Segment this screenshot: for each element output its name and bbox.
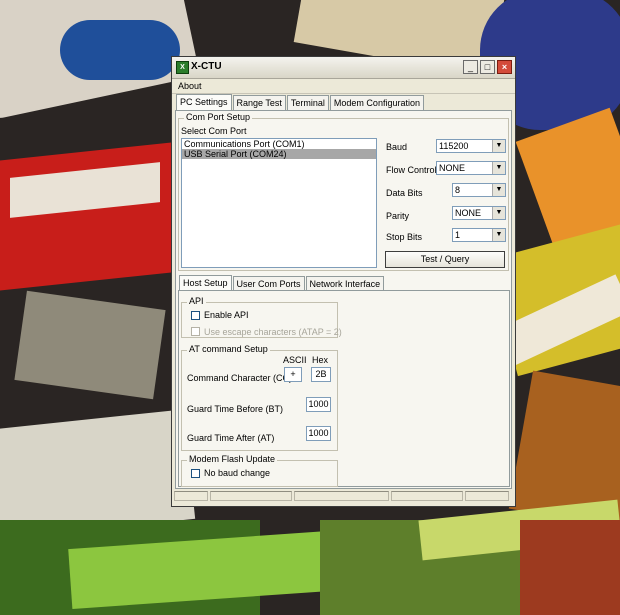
enable-api-label: Enable API [204, 310, 249, 320]
guard-time-after-label: Guard Time After (AT) [187, 433, 275, 443]
cc-ascii-input[interactable]: + [284, 367, 302, 382]
select-com-port-label: Select Com Port [181, 126, 247, 136]
escape-characters-checkbox[interactable] [191, 327, 200, 336]
no-baud-change-checkbox[interactable] [191, 469, 200, 478]
baud-select[interactable]: 115200 ▼ [436, 139, 506, 153]
status-cell [210, 491, 292, 501]
baud-label: Baud [386, 142, 408, 152]
parity-value: NONE [455, 208, 482, 218]
com-port-setup-label: Com Port Setup [184, 112, 253, 122]
xctu-app-icon: X [176, 61, 189, 74]
data-bits-label: Data Bits [386, 188, 423, 198]
title-bar[interactable]: X X-CTU _ □ × [172, 57, 515, 79]
status-cell [174, 491, 208, 501]
escape-characters-label: Use escape characters (ATAP = 2) [204, 327, 342, 337]
parity-select[interactable]: NONE ▼ [452, 206, 506, 220]
flow-control-select[interactable]: NONE ▼ [436, 161, 506, 175]
tab-host-setup[interactable]: Host Setup [179, 275, 232, 291]
minimize-button[interactable]: _ [463, 60, 478, 74]
menu-about[interactable]: About [178, 81, 202, 91]
menu-bar: About [172, 79, 515, 94]
tab-terminal[interactable]: Terminal [286, 95, 329, 111]
flow-control-value: NONE [439, 163, 466, 173]
api-group-label: API [187, 296, 206, 306]
data-bits-value: 8 [455, 185, 461, 195]
maximize-button[interactable]: □ [480, 60, 495, 74]
status-cell [465, 491, 509, 501]
list-item-com24[interactable]: USB Serial Port (COM24) [182, 149, 376, 159]
data-bits-select[interactable]: 8 ▼ [452, 183, 506, 197]
minimize-icon: _ [467, 62, 473, 72]
modem-flash-update-label: Modem Flash Update [187, 454, 278, 464]
xctu-window: X X-CTU _ □ × About PC Settings Range Te… [171, 56, 516, 507]
cc-hex-input[interactable]: 2B [311, 367, 331, 382]
close-icon: × [501, 62, 508, 72]
tab-range-test[interactable]: Range Test [232, 95, 286, 111]
stop-bits-value: 1 [455, 230, 461, 240]
list-item-com1[interactable]: Communications Port (COM1) [182, 139, 376, 149]
chevron-down-icon[interactable]: ▼ [492, 229, 505, 241]
chevron-down-icon[interactable]: ▼ [492, 207, 505, 219]
window-title: X-CTU [191, 61, 222, 72]
enable-api-checkbox[interactable] [191, 311, 200, 320]
chevron-down-icon[interactable]: ▼ [492, 184, 505, 196]
status-cell [391, 491, 463, 501]
close-button[interactable]: × [497, 60, 512, 74]
stop-bits-select[interactable]: 1 ▼ [452, 228, 506, 242]
tab-modem-configuration[interactable]: Modem Configuration [329, 95, 424, 111]
guard-time-before-label: Guard Time Before (BT) [187, 404, 284, 414]
command-character-label: Command Character (CC) [187, 373, 293, 383]
baud-value: 115200 [439, 141, 469, 151]
status-cell [294, 491, 389, 501]
stop-bits-label: Stop Bits [386, 232, 423, 242]
maximize-icon: □ [484, 62, 491, 72]
flow-control-label: Flow Control [386, 165, 437, 175]
guard-time-before-input[interactable]: 1000 [306, 397, 331, 412]
status-bar [174, 491, 513, 503]
com-port-list[interactable]: Communications Port (COM1) USB Serial Po… [181, 138, 377, 268]
tab-pc-settings[interactable]: PC Settings [176, 94, 232, 110]
hex-header: Hex [312, 355, 329, 365]
no-baud-change-label: No baud change [204, 468, 271, 478]
guard-time-after-input[interactable]: 1000 [306, 426, 331, 441]
chevron-down-icon[interactable]: ▼ [492, 140, 505, 152]
parity-label: Parity [386, 211, 410, 221]
main-tabs: PC Settings Range Test Terminal Modem Co… [176, 94, 425, 111]
at-command-setup-label: AT command Setup [187, 344, 270, 354]
ascii-header: ASCII [283, 355, 307, 365]
test-query-button[interactable]: Test / Query [385, 251, 505, 268]
chevron-down-icon[interactable]: ▼ [492, 162, 505, 174]
